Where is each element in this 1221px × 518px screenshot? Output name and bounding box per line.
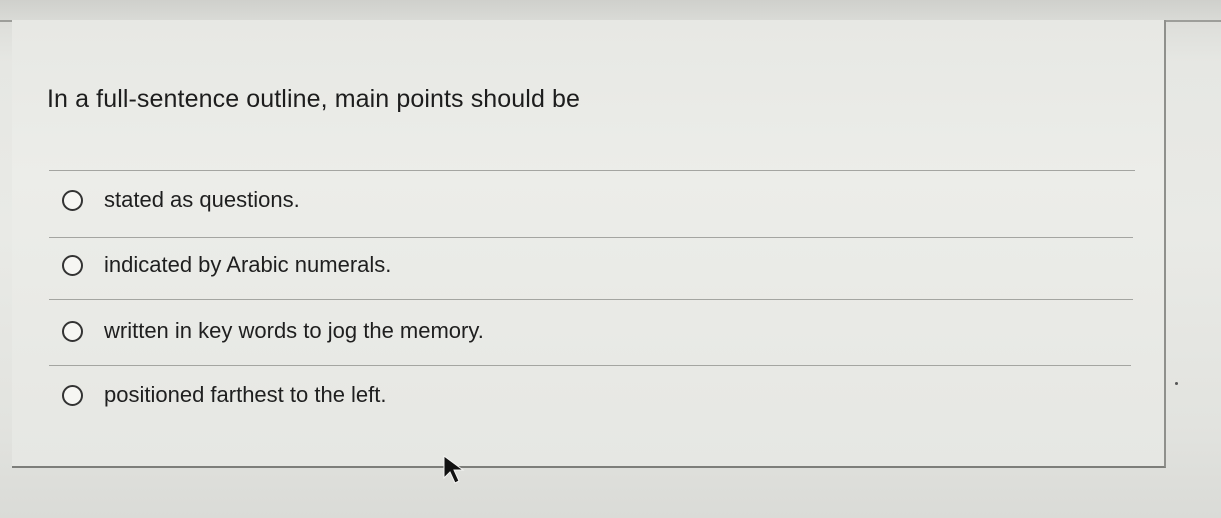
answer-option-stated-as-questions[interactable]: stated as questions. — [52, 180, 1112, 220]
answer-option-key-words[interactable]: written in key words to jog the memory. — [52, 311, 1112, 351]
question-card: In a full-sentence outline, main points … — [12, 20, 1166, 484]
option-divider — [49, 170, 1135, 171]
option-divider — [49, 299, 1133, 300]
mouse-cursor-icon — [443, 455, 465, 484]
question-prompt: In a full-sentence outline, main points … — [47, 85, 581, 113]
option-divider — [49, 365, 1131, 366]
answer-option-arabic-numerals[interactable]: indicated by Arabic numerals. — [52, 245, 1112, 285]
page-background: In a full-sentence outline, main points … — [0, 0, 1221, 518]
answer-option-label: stated as questions. — [104, 187, 300, 212]
radio-button-icon[interactable] — [62, 189, 83, 211]
option-divider — [49, 237, 1133, 238]
answer-option-farthest-left[interactable]: positioned farthest to the left. — [52, 375, 1112, 415]
top-panel-edge — [0, 0, 1221, 22]
radio-button-icon[interactable] — [62, 254, 83, 276]
answer-option-label: indicated by Arabic numerals. — [104, 252, 392, 277]
answer-option-label: written in key words to jog the memory. — [104, 318, 484, 343]
radio-button-icon[interactable] — [62, 320, 83, 342]
answer-option-label: positioned farthest to the left. — [104, 382, 387, 407]
radio-button-icon[interactable] — [62, 384, 83, 406]
decorative-dot — [1175, 382, 1178, 385]
